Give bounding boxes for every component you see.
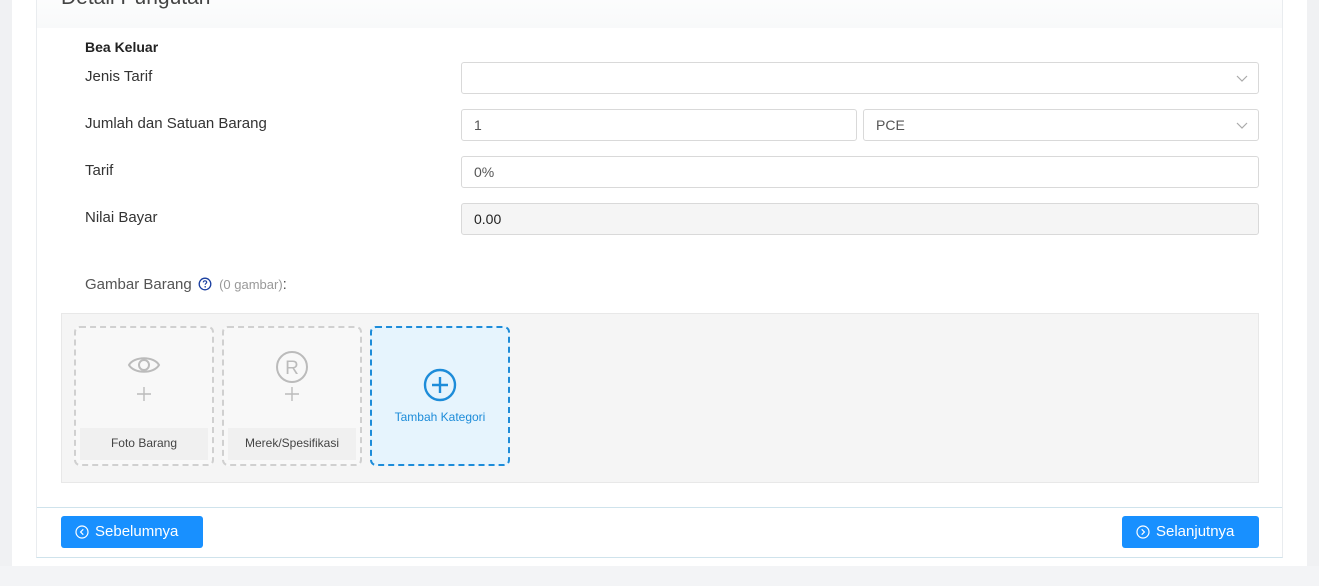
eye-icon	[127, 357, 161, 373]
registered-icon: R	[276, 351, 308, 383]
jumlah-satuan-label: Jumlah dan Satuan Barang	[85, 115, 267, 132]
tile-merek-spesifikasi[interactable]: R Merek/Spesifikasi	[222, 326, 362, 466]
chevron-down-icon	[1236, 122, 1248, 129]
tile-foto-barang[interactable]: Foto Barang	[74, 326, 214, 466]
detail-pungutan-panel: Detail Pungutan Bea Keluar Jenis Tarif J…	[36, 0, 1283, 558]
tile-label: Foto Barang	[80, 428, 208, 460]
sebelumnya-button[interactable]: Sebelumnya	[61, 516, 203, 548]
selanjutnya-label: Selanjutnya	[1156, 523, 1235, 540]
gambar-count: (0 gambar)	[219, 277, 283, 292]
page-card: Detail Pungutan Bea Keluar Jenis Tarif J…	[12, 0, 1307, 586]
jumlah-input[interactable]: 1	[461, 109, 857, 141]
arrow-left-circle-icon	[75, 525, 89, 539]
selanjutnya-button[interactable]: Selanjutnya	[1122, 516, 1259, 548]
jenis-tarif-select[interactable]	[461, 62, 1259, 94]
plus-icon	[285, 387, 299, 401]
nilai-bayar-value: 0.00	[474, 211, 502, 227]
page-bottom-strip	[0, 566, 1319, 586]
tarif-value: 0%	[474, 164, 495, 180]
image-gallery: Foto Barang R Merek/Spesifikasi Tambah K…	[61, 313, 1259, 483]
gambar-barang-text: Gambar Barang	[85, 276, 192, 293]
tambah-kategori-label: Tambah Kategori	[394, 410, 486, 424]
tile-label: Merek/Spesifikasi	[228, 428, 356, 460]
footer-divider	[37, 507, 1282, 508]
svg-text:R: R	[285, 358, 299, 379]
sebelumnya-label: Sebelumnya	[95, 523, 179, 540]
plus-icon	[137, 387, 151, 401]
page-gutter-left	[0, 0, 12, 586]
tarif-input[interactable]: 0%	[461, 156, 1259, 188]
arrow-right-circle-icon	[1136, 525, 1150, 539]
nilai-bayar-label: Nilai Bayar	[85, 209, 158, 226]
satuan-select[interactable]: PCE	[863, 109, 1259, 141]
gambar-colon: :	[282, 276, 287, 293]
section-title: Bea Keluar	[85, 39, 159, 55]
tambah-kategori-tile[interactable]: Tambah Kategori	[370, 326, 510, 466]
nilai-bayar-field: 0.00	[461, 203, 1259, 235]
page-gutter-right	[1307, 0, 1319, 586]
panel-title: Detail Pungutan	[61, 0, 210, 10]
plus-circle-icon	[423, 368, 457, 402]
panel-header: Detail Pungutan	[37, 0, 1282, 28]
chevron-down-icon	[1236, 75, 1248, 82]
jumlah-value: 1	[474, 117, 482, 133]
tarif-label: Tarif	[85, 162, 114, 179]
satuan-value: PCE	[876, 117, 905, 133]
gambar-barang-label: Gambar Barang (0 gambar):	[85, 276, 287, 293]
question-circle-icon[interactable]	[198, 277, 212, 291]
jenis-tarif-label: Jenis Tarif	[85, 68, 153, 85]
